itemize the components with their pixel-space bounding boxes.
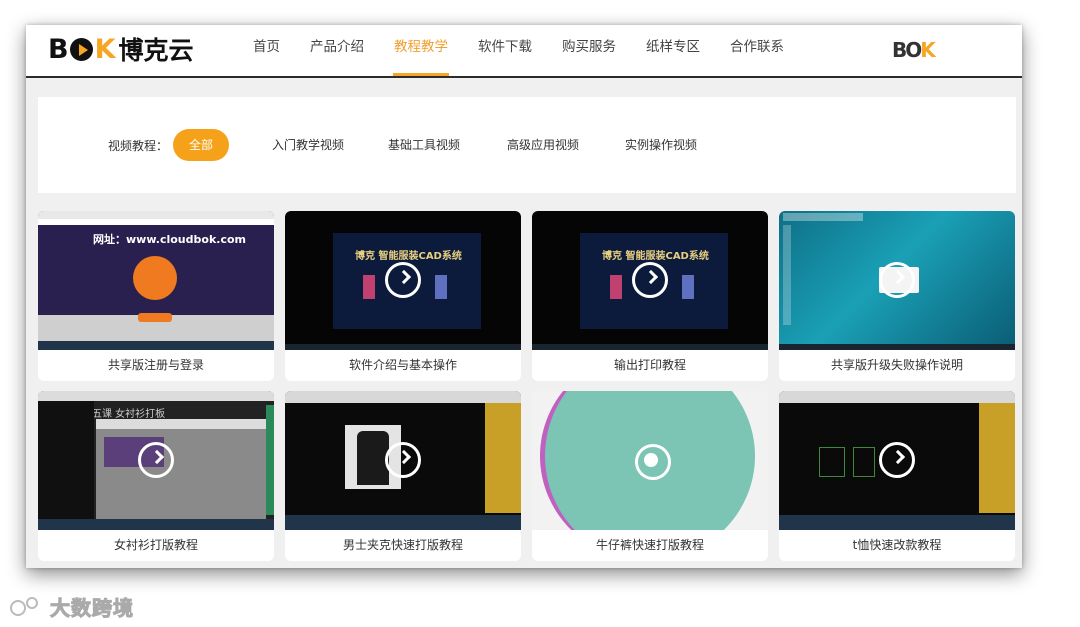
- logo-text: 博克云: [118, 36, 194, 65]
- video-card[interactable]: t恤快速改款教程: [779, 391, 1015, 561]
- video-card[interactable]: 博克 智能服装CAD系统 软件介绍与基本操作: [285, 211, 521, 381]
- nav-contact[interactable]: 合作联系: [715, 25, 799, 76]
- filter-advanced[interactable]: 高级应用视频: [495, 129, 591, 161]
- video-card[interactable]: 网址：www.cloudbok.com 共享版注册与登录: [38, 211, 274, 381]
- video-thumbnail[interactable]: 博克 智能服装CAD系统: [532, 211, 768, 350]
- video-title[interactable]: 共享版升级失败操作说明: [779, 350, 1015, 381]
- watermark-text: 大数跨境: [50, 596, 134, 621]
- video-thumbnail[interactable]: [532, 391, 768, 530]
- thumbnail-text: 第五课 女衬衫打板: [82, 409, 166, 420]
- filter-basic-tools[interactable]: 基础工具视频: [376, 129, 472, 161]
- main-nav: 首页 产品介绍 教程教学 软件下载 购买服务 纸样专区 合作联系: [238, 25, 799, 76]
- video-card[interactable]: 博克 智能服装CAD系统 输出打印教程: [532, 211, 768, 381]
- video-filter-bar: 视频教程： 全部 入门教学视频 基础工具视频 高级应用视频 实例操作视频: [38, 97, 1016, 193]
- filter-all[interactable]: 全部: [173, 129, 229, 161]
- video-thumbnail[interactable]: [779, 211, 1015, 350]
- play-icon[interactable]: [385, 262, 421, 298]
- video-title[interactable]: 软件介绍与基本操作: [285, 350, 521, 381]
- video-thumbnail[interactable]: 第五课 女衬衫打板: [38, 391, 274, 530]
- nav-products[interactable]: 产品介绍: [295, 25, 379, 76]
- video-title[interactable]: 输出打印教程: [532, 350, 768, 381]
- logo-play-icon: [69, 37, 93, 61]
- browser-window: B K 博克云 首页 产品介绍 教程教学 软件下载 购买服务 纸样专区 合作联系…: [26, 25, 1022, 568]
- video-thumbnail[interactable]: [779, 391, 1015, 530]
- video-title[interactable]: 牛仔裤快速打版教程: [532, 530, 768, 561]
- site-logo[interactable]: B K 博克云: [48, 33, 194, 66]
- play-icon[interactable]: [385, 442, 421, 478]
- play-icon[interactable]: [879, 442, 915, 478]
- logo-letter-k: K: [94, 33, 116, 65]
- video-title[interactable]: 女衬衫打版教程: [38, 530, 274, 561]
- video-title[interactable]: 共享版注册与登录: [38, 350, 274, 381]
- play-icon[interactable]: [879, 262, 915, 298]
- filter-label: 视频教程：: [108, 139, 169, 153]
- play-icon[interactable]: [138, 442, 174, 478]
- nav-downloads[interactable]: 软件下载: [463, 25, 547, 76]
- video-card[interactable]: 第五课 女衬衫打板 女衬衫打版教程: [38, 391, 274, 561]
- video-title[interactable]: t恤快速改款教程: [779, 530, 1015, 561]
- nav-patterns[interactable]: 纸样专区: [631, 25, 715, 76]
- partner-logo: BOK: [892, 38, 936, 62]
- filter-examples[interactable]: 实例操作视频: [613, 129, 709, 161]
- watermark-logo-icon: [8, 596, 44, 617]
- nav-purchase[interactable]: 购买服务: [547, 25, 631, 76]
- video-card[interactable]: 男士夹克快速打版教程: [285, 391, 521, 561]
- video-thumbnail[interactable]: [285, 391, 521, 530]
- video-thumbnail[interactable]: 博克 智能服装CAD系统: [285, 211, 521, 350]
- thumbnail-text: 网址：www.cloudbok.com: [93, 233, 246, 246]
- video-title[interactable]: 男士夹克快速打版教程: [285, 530, 521, 561]
- watermark: 大数跨境: [8, 592, 134, 621]
- logo-letter-b: B: [48, 33, 69, 65]
- play-icon[interactable]: [632, 262, 668, 298]
- thumbnail-text: 博克 智能服装CAD系统: [602, 251, 709, 262]
- video-thumbnail[interactable]: 网址：www.cloudbok.com: [38, 211, 274, 350]
- nav-home[interactable]: 首页: [238, 25, 295, 76]
- video-card[interactable]: 牛仔裤快速打版教程: [532, 391, 768, 561]
- filter-beginner[interactable]: 入门教学视频: [260, 129, 356, 161]
- thumbnail-text: 博克 智能服装CAD系统: [355, 251, 462, 262]
- nav-tutorials[interactable]: 教程教学: [379, 25, 463, 76]
- video-card[interactable]: 共享版升级失败操作说明: [779, 211, 1015, 381]
- top-navigation: B K 博克云 首页 产品介绍 教程教学 软件下载 购买服务 纸样专区 合作联系…: [26, 25, 1022, 78]
